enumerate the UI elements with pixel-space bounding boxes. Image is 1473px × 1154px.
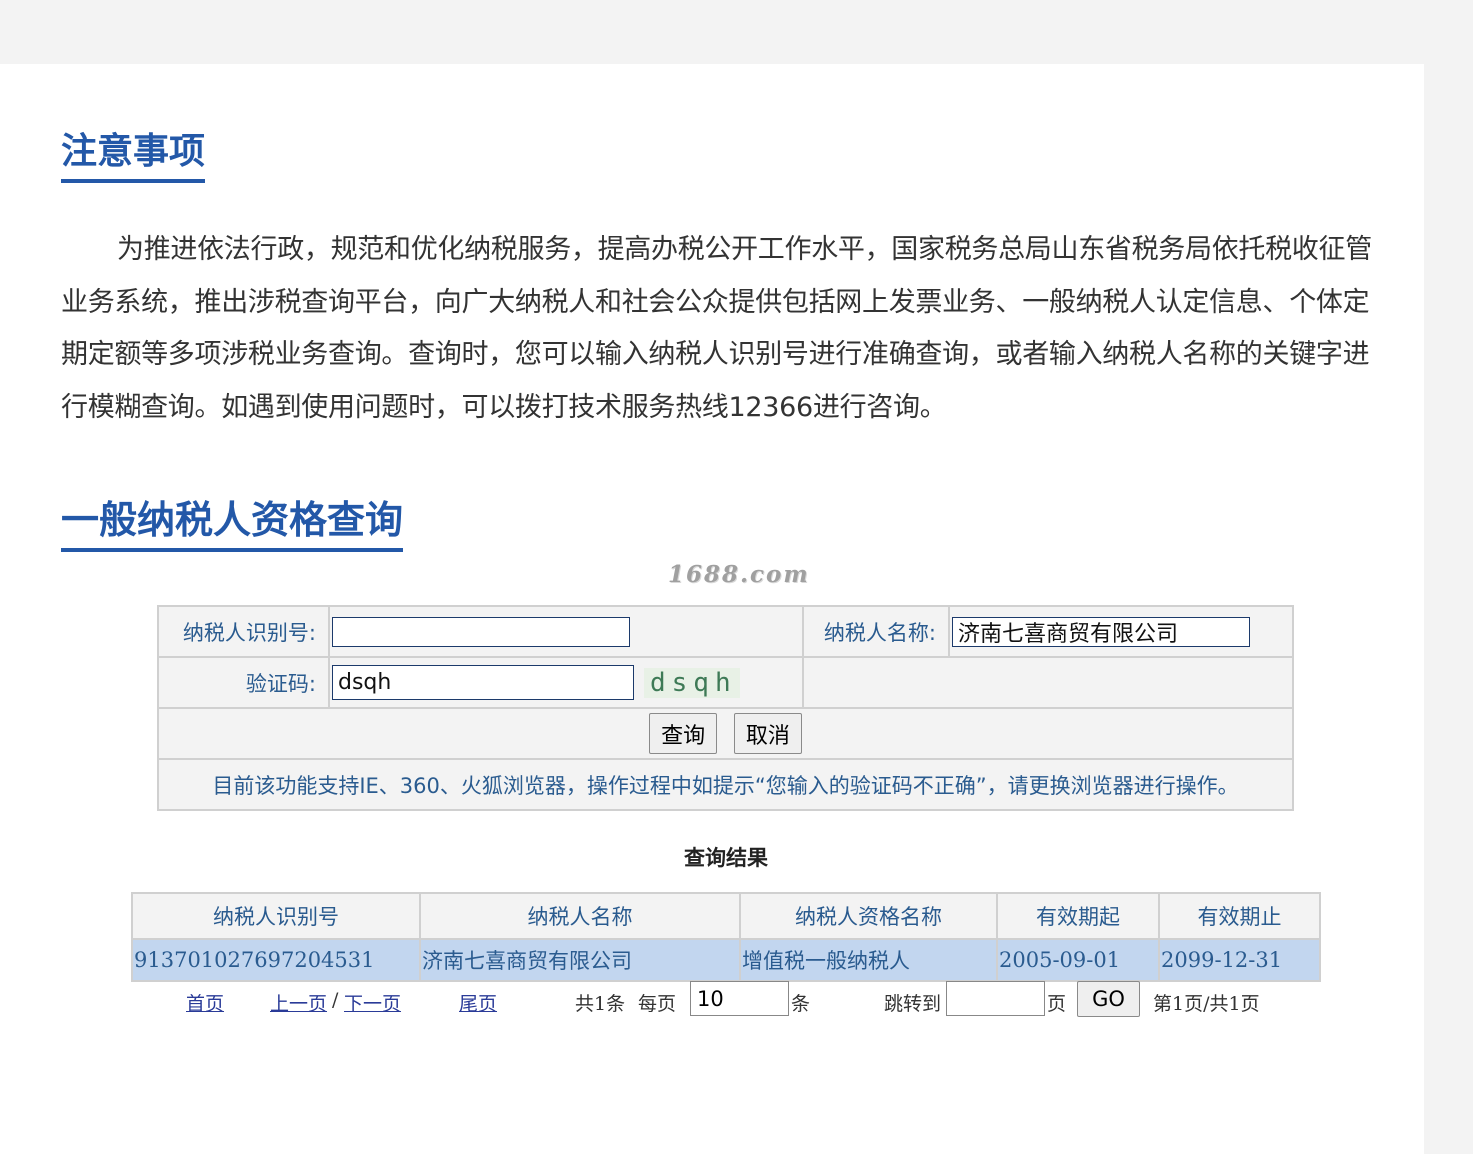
captcha-cell: dsqh bbox=[328, 656, 804, 709]
column-header: 纳税人识别号 bbox=[131, 892, 421, 940]
query-heading-underline bbox=[61, 548, 404, 552]
cell-taxpayer-id: 913701027697204531 bbox=[131, 938, 421, 982]
query-heading-text: 一般纳税人资格查询 bbox=[61, 498, 404, 542]
table-row[interactable]: 913701027697204531 济南七喜商贸有限公司 增值税一般纳税人 2… bbox=[131, 938, 1321, 982]
results-header-row: 纳税人识别号 纳税人名称 纳税人资格名称 有效期起 有效期止 bbox=[131, 892, 1321, 940]
query-form: 纳税人识别号: 纳税人名称: 验证码: dsqh 查询 取消 目前该功能支持IE… bbox=[157, 605, 1294, 811]
notice-heading-text: 注意事项 bbox=[61, 131, 206, 172]
pager-separator: / bbox=[332, 989, 339, 1011]
taxpayer-id-input[interactable] bbox=[332, 616, 630, 647]
captcha-label: 验证码: bbox=[157, 656, 330, 709]
captcha-image[interactable]: dsqh bbox=[644, 667, 740, 698]
content-card: 注意事项 为推进依法行政，规范和优化纳税服务，提高办税公开工作水平，国家税务总局… bbox=[0, 64, 1424, 1154]
cell-valid-from: 2005-09-01 bbox=[996, 938, 1160, 982]
column-header: 纳税人资格名称 bbox=[739, 892, 998, 940]
jump-label: 跳转到 bbox=[884, 993, 942, 1015]
taxpayer-id-cell bbox=[328, 605, 804, 658]
jump-page-input[interactable] bbox=[946, 981, 1045, 1016]
first-page-link[interactable]: 首页 bbox=[186, 989, 224, 1016]
cell-valid-to: 2099-12-31 bbox=[1158, 938, 1321, 982]
captcha-input[interactable] bbox=[332, 665, 634, 700]
notice-heading: 注意事项 bbox=[61, 122, 206, 184]
per-page-label: 每页 bbox=[638, 993, 677, 1015]
results-table: 纳税人识别号 纳税人名称 纳税人资格名称 有效期起 有效期止 913701027… bbox=[131, 892, 1321, 982]
taxpayer-name-cell bbox=[948, 605, 1294, 658]
query-heading: 一般纳税人资格查询 bbox=[61, 489, 404, 553]
results-title: 查询结果 bbox=[684, 845, 768, 870]
per-page-unit: 条 bbox=[791, 993, 811, 1015]
taxpayer-name-label: 纳税人名称: bbox=[802, 605, 950, 658]
button-row: 查询 取消 bbox=[157, 707, 1294, 760]
go-button[interactable]: GO bbox=[1077, 981, 1140, 1017]
notice-body: 为推进依法行政，规范和优化纳税服务，提高办税公开工作水平，国家税务总局山东省税务… bbox=[61, 234, 1372, 423]
total-count: 共1条 bbox=[575, 993, 626, 1015]
search-button[interactable]: 查询 bbox=[649, 713, 718, 754]
browser-tip: 目前该功能支持IE、360、火狐浏览器，操作过程中如提示“您输入的验证码不正确”… bbox=[157, 758, 1294, 811]
watermark: 1688.com bbox=[668, 561, 810, 588]
jump-unit: 页 bbox=[1047, 993, 1067, 1015]
cell-taxpayer-name: 济南七喜商贸有限公司 bbox=[419, 938, 741, 982]
notice-heading-underline bbox=[61, 179, 206, 183]
last-page-link[interactable]: 尾页 bbox=[459, 989, 497, 1016]
column-header: 有效期止 bbox=[1158, 892, 1321, 940]
column-header: 有效期起 bbox=[996, 892, 1160, 940]
empty-cell bbox=[802, 656, 1294, 709]
cancel-button[interactable]: 取消 bbox=[733, 713, 802, 754]
prev-page-link[interactable]: 上一页 bbox=[270, 989, 327, 1016]
next-page-link[interactable]: 下一页 bbox=[344, 989, 401, 1016]
per-page-input[interactable] bbox=[690, 981, 789, 1016]
taxpayer-name-input[interactable] bbox=[952, 616, 1250, 647]
taxpayer-id-label: 纳税人识别号: bbox=[157, 605, 330, 658]
pagination-bar: 首页 上一页 / 下一页 尾页 共1条 每页 条 跳转到 页 GO 第1页/共1… bbox=[0, 981, 1424, 1021]
cell-qualification: 增值税一般纳税人 bbox=[739, 938, 998, 982]
page-status: 第1页/共1页 bbox=[1153, 993, 1260, 1015]
column-header: 纳税人名称 bbox=[419, 892, 741, 940]
